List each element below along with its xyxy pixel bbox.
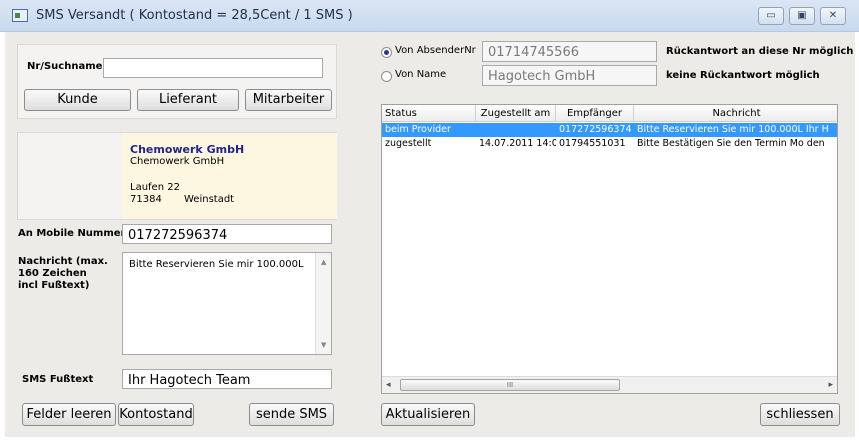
address-line1: Chemowerk GmbH	[130, 156, 225, 167]
cell-message: Bitte Reservieren Sie mir 100.000L Ihr H	[637, 124, 829, 135]
sender-number-field[interactable]: 01714745566	[482, 41, 657, 62]
sender-name-note: keine Rückantwort möglich	[666, 70, 820, 81]
column-header-message[interactable]: Nachricht	[634, 105, 837, 122]
address-zip: 71384	[130, 194, 162, 205]
footer-text-label: SMS Fußtext	[22, 374, 94, 385]
minimize-button[interactable]: ▭	[758, 7, 784, 25]
app-window-icon	[12, 9, 28, 22]
close-window-button[interactable]: ✕	[820, 7, 846, 25]
mobile-number-label: An Mobile Nummer	[18, 228, 126, 239]
sender-number-radio[interactable]	[381, 47, 392, 58]
sender-name-field[interactable]: Hagotech GmbH	[482, 65, 657, 86]
title-bar: SMS Versandt ( Kontostand = 28,5Cent / 1…	[0, 0, 859, 32]
search-panel: Nr/Suchname Kunde Lieferant Mitarbeiter	[17, 44, 337, 119]
table-row[interactable]: beim Provider 017272596374 Bitte Reservi…	[382, 123, 837, 137]
sender-name-label: Von Name	[395, 69, 447, 80]
address-box: Chemowerk GmbH Chemowerk GmbH Laufen 22 …	[122, 133, 337, 219]
sender-name-radio[interactable]	[381, 71, 392, 82]
cell-recipient: 017272596374	[559, 124, 632, 135]
address-panel: Chemowerk GmbH Chemowerk GmbH Laufen 22 …	[17, 132, 337, 220]
cell-delivered: 14.07.2011 14:03:	[479, 138, 556, 149]
window-title: SMS Versandt ( Kontostand = 28,5Cent / 1…	[36, 8, 353, 23]
company-title: Chemowerk GmbH	[130, 143, 245, 156]
maximize-button[interactable]: ▣	[789, 7, 815, 25]
scroll-left-icon[interactable]: ◂	[386, 380, 391, 390]
scroll-thumb[interactable]: III	[400, 379, 620, 391]
supplier-button[interactable]: Lieferant	[137, 89, 239, 111]
column-header-delivered[interactable]: Zugestellt am	[476, 105, 556, 122]
address-street: Laufen 22	[130, 182, 180, 193]
horizontal-scrollbar[interactable]: ◂ III ▸	[382, 376, 837, 393]
message-label-line1: Nachricht (max.	[18, 256, 108, 267]
customer-button[interactable]: Kunde	[24, 89, 131, 111]
scroll-right-icon[interactable]: ▸	[828, 380, 833, 390]
sender-number-note: Rückantwort an diese Nr möglich	[666, 46, 854, 57]
message-text: Bitte Reservieren Sie mir 100.000L	[129, 259, 304, 270]
cell-status: zugestellt	[385, 138, 432, 149]
scroll-down-icon[interactable]: ▼	[321, 341, 326, 349]
close-button[interactable]: schliessen	[760, 403, 840, 426]
search-input[interactable]	[103, 58, 323, 78]
cell-recipient: 01794551031	[559, 138, 626, 149]
scroll-up-icon[interactable]: ▲	[321, 258, 326, 266]
clear-fields-button[interactable]: Felder leeren	[22, 403, 116, 426]
footer-text-input[interactable]: Ihr Hagotech Team	[122, 369, 332, 389]
cell-status: beim Provider	[385, 124, 451, 135]
balance-button[interactable]: Kontostand	[118, 403, 194, 426]
sender-number-label: Von AbsenderNr	[395, 45, 476, 56]
message-label-line2: 160 Zeichen	[18, 268, 87, 279]
maximize-icon: ▣	[797, 10, 807, 21]
table-row[interactable]: zugestellt 14.07.2011 14:03: 01794551031…	[382, 137, 837, 151]
send-sms-button[interactable]: sende SMS	[249, 403, 334, 426]
cell-message: Bitte Bestätigen Sie den Termin Mo den	[637, 138, 825, 149]
column-header-status[interactable]: Status	[382, 105, 476, 122]
message-scrollbar[interactable]: ▲ ▼	[315, 253, 331, 354]
address-city: Weinstadt	[184, 194, 235, 205]
message-label-line3: incl Fußtext)	[18, 280, 90, 291]
close-icon: ✕	[828, 10, 838, 21]
minimize-icon: ▭	[766, 10, 776, 21]
sms-history-table[interactable]: Status Zugestellt am Empfänger Nachricht…	[381, 104, 838, 394]
cell-delivered	[476, 123, 556, 137]
search-label: Nr/Suchname	[27, 61, 103, 72]
employee-button[interactable]: Mitarbeiter	[245, 89, 332, 111]
message-textarea[interactable]: Bitte Reservieren Sie mir 100.000L ▲ ▼	[122, 252, 332, 355]
refresh-button[interactable]: Aktualisieren	[381, 403, 475, 426]
mobile-number-input[interactable]: 017272596374	[122, 224, 332, 244]
column-header-recipient[interactable]: Empfänger	[556, 105, 634, 122]
